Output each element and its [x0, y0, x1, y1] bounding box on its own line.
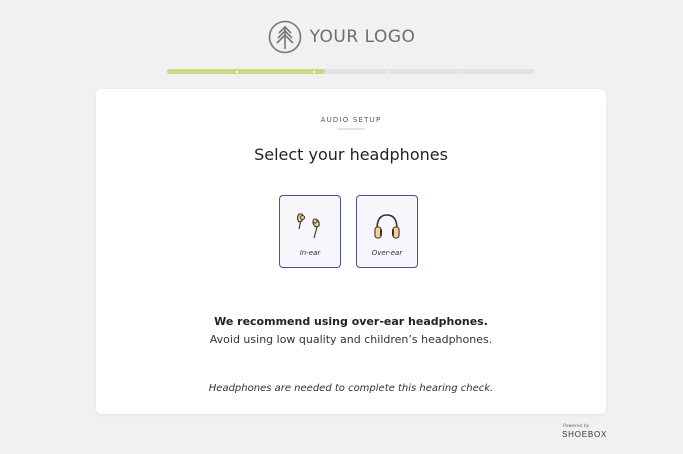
progress-step-dot: [236, 70, 238, 73]
setup-card: AUDIO SETUP Select your headphones In-ea…: [96, 89, 606, 414]
progress-step-dot: [387, 70, 389, 73]
logo-text: YOUR LOGO: [309, 27, 416, 47]
recommendation-text: We recommend using over-ear headphones.: [214, 315, 488, 328]
progress-step-dot: [460, 70, 462, 73]
option-in-ear[interactable]: In-ear: [279, 195, 341, 268]
tree-logo-icon: [268, 20, 301, 54]
step-underline: [337, 128, 365, 130]
option-over-ear[interactable]: Over-ear: [356, 195, 418, 268]
in-ear-headphones-icon: [296, 213, 320, 239]
option-label: Over-ear: [371, 249, 403, 257]
progress-step-dot: [313, 70, 315, 73]
progress-fill: [167, 69, 326, 74]
avoid-text: Avoid using low quality and children’s h…: [209, 333, 493, 346]
page-title: Select your headphones: [254, 145, 448, 164]
progress-bar: [167, 69, 535, 74]
brand-logo: SHOEBOX: [562, 430, 608, 439]
powered-by-label: Powered by: [563, 424, 590, 429]
step-label: AUDIO SETUP: [320, 116, 382, 124]
logo: YOUR LOGO: [0, 20, 683, 54]
option-label: In-ear: [299, 249, 321, 257]
headphone-options: In-ear Over-ear: [279, 195, 418, 268]
over-ear-headphones-icon: [374, 214, 400, 239]
requirement-note: Headphones are needed to complete this h…: [208, 383, 494, 394]
